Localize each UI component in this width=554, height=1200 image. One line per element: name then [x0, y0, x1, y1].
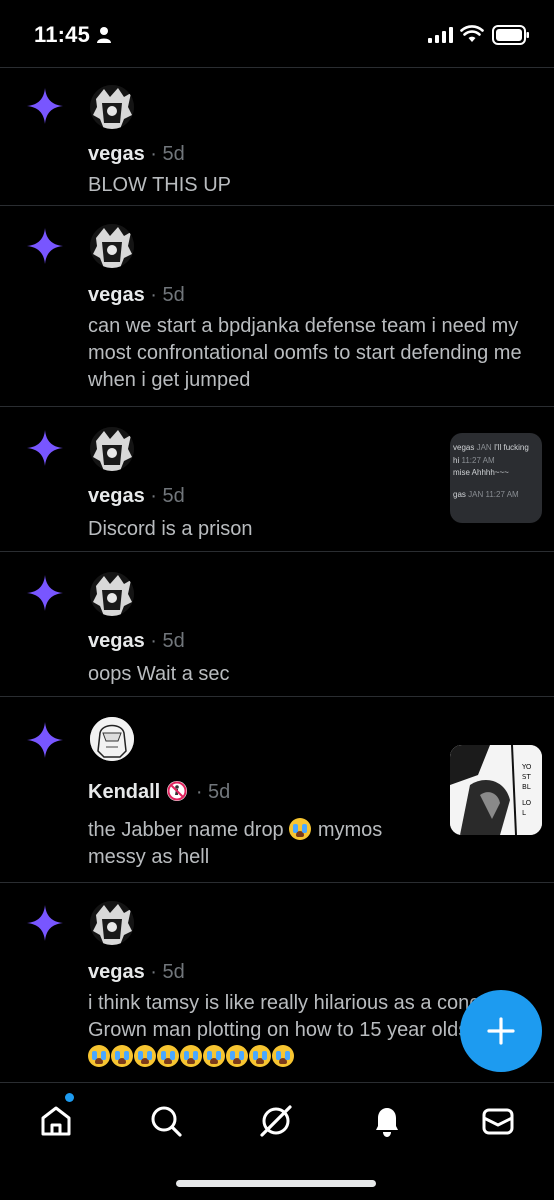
username[interactable]: vegas [88, 961, 145, 983]
post-text: can we start a bpdjanka defense team i n… [88, 315, 522, 391]
sparkle-icon [27, 905, 63, 941]
timestamp: 5d [162, 284, 185, 306]
sparkle-icon [27, 88, 63, 124]
timestamp: 5d [162, 485, 185, 507]
feeds-icon[interactable] [256, 1101, 296, 1141]
notification-item[interactable]: vegas · 5d Discord is a prison vegas JAN… [0, 407, 554, 551]
avatar[interactable] [90, 224, 134, 268]
wifi-icon [460, 25, 484, 42]
image-thumbnail[interactable]: vegas JAN I'll fucking hi 11:27 AM mise … [450, 433, 542, 523]
cellular-signal-icon [428, 27, 453, 43]
loudly-crying-emoji-icon [88, 1045, 110, 1067]
separator: · [150, 630, 157, 652]
separator: · [150, 143, 157, 165]
image-thumbnail[interactable]: YO ST BL LO L [450, 745, 542, 835]
thumbnail-line: hi 11:27 AM [453, 456, 495, 465]
notification-item[interactable]: Kendall · 5d the Jabber name drop mymos … [0, 697, 554, 882]
sparkle-icon [27, 228, 63, 264]
separator: · [150, 284, 157, 306]
notification-dot [65, 1093, 74, 1102]
loudly-crying-emoji-icon [111, 1045, 133, 1067]
avatar[interactable] [90, 427, 134, 471]
person-icon [97, 27, 111, 43]
status-bar: 11:45 [0, 0, 554, 68]
loudly-crying-emoji-icon [249, 1045, 271, 1067]
sparkle-icon [27, 575, 63, 611]
compose-button[interactable] [460, 990, 542, 1072]
svg-text:L: L [522, 809, 526, 817]
search-icon[interactable] [146, 1101, 186, 1141]
status-time: 11:45 [34, 22, 91, 47]
separator: · [150, 961, 157, 983]
avatar[interactable] [90, 85, 134, 129]
notifications-icon[interactable] [367, 1101, 407, 1141]
plus-icon [487, 1017, 515, 1045]
notification-item[interactable]: vegas · 5d BLOW THIS UP [0, 68, 554, 205]
avatar[interactable] [90, 901, 134, 945]
notification-meta: vegas · 5d [88, 961, 185, 984]
thumbnail-line: vegas JAN I'll fucking [453, 443, 529, 452]
home-indicator [176, 1180, 376, 1187]
notification-meta: vegas · 5d [88, 284, 185, 307]
loudly-crying-emoji-icon [157, 1045, 179, 1067]
timestamp: 5d [162, 143, 185, 165]
loudly-crying-emoji-icon [272, 1045, 294, 1067]
sparkle-icon [27, 430, 63, 466]
username[interactable]: vegas [88, 630, 145, 652]
loudly-crying-emoji-icon [134, 1045, 156, 1067]
loudly-crying-emoji-icon [226, 1045, 248, 1067]
separator: · [195, 781, 203, 803]
notification-meta: vegas · 5d [88, 143, 185, 166]
thumbnail-line: gas JAN 11:27 AM [453, 490, 519, 499]
username[interactable]: vegas [88, 143, 145, 165]
username[interactable]: Kendall [88, 781, 160, 803]
timestamp: 5d [208, 781, 231, 803]
loudly-crying-emoji-icon [203, 1045, 225, 1067]
avatar[interactable] [90, 717, 134, 761]
timestamp: 5d [162, 630, 185, 652]
no-littering-badge-icon [167, 781, 188, 801]
svg-text:LO: LO [522, 799, 532, 807]
loudly-crying-emoji-icon [180, 1045, 202, 1067]
loudly-crying-emoji-icon [289, 818, 312, 840]
svg-text:ST: ST [522, 773, 531, 781]
notification-meta: Kendall · 5d [88, 780, 230, 804]
separator: · [150, 485, 157, 507]
notification-item[interactable]: vegas · 5d can we start a bpdjanka defen… [0, 206, 554, 406]
notification-item[interactable]: vegas · 5d oops Wait a sec [0, 552, 554, 696]
svg-text:BL: BL [522, 783, 531, 791]
post-text: the Jabber name drop mymos messy as hell [88, 817, 438, 871]
messages-icon[interactable] [478, 1101, 518, 1141]
username[interactable]: vegas [88, 485, 145, 507]
thumbnail-line: mise Ahhhh~~~ [453, 468, 509, 477]
battery-icon [492, 25, 529, 45]
post-text: oops Wait a sec [88, 663, 230, 685]
home-icon[interactable] [36, 1101, 76, 1141]
post-text: BLOW THIS UP [88, 174, 231, 196]
notification-meta: vegas · 5d [88, 630, 185, 653]
post-text-main: i think tamsy is like really hilarious a… [88, 992, 513, 1041]
timestamp: 5d [162, 961, 185, 983]
notification-meta: vegas · 5d [88, 485, 185, 508]
avatar[interactable] [90, 572, 134, 616]
post-text-start: the Jabber name drop [88, 819, 284, 841]
sparkle-icon [27, 722, 63, 758]
svg-text:YO: YO [521, 763, 532, 771]
username[interactable]: vegas [88, 284, 145, 306]
